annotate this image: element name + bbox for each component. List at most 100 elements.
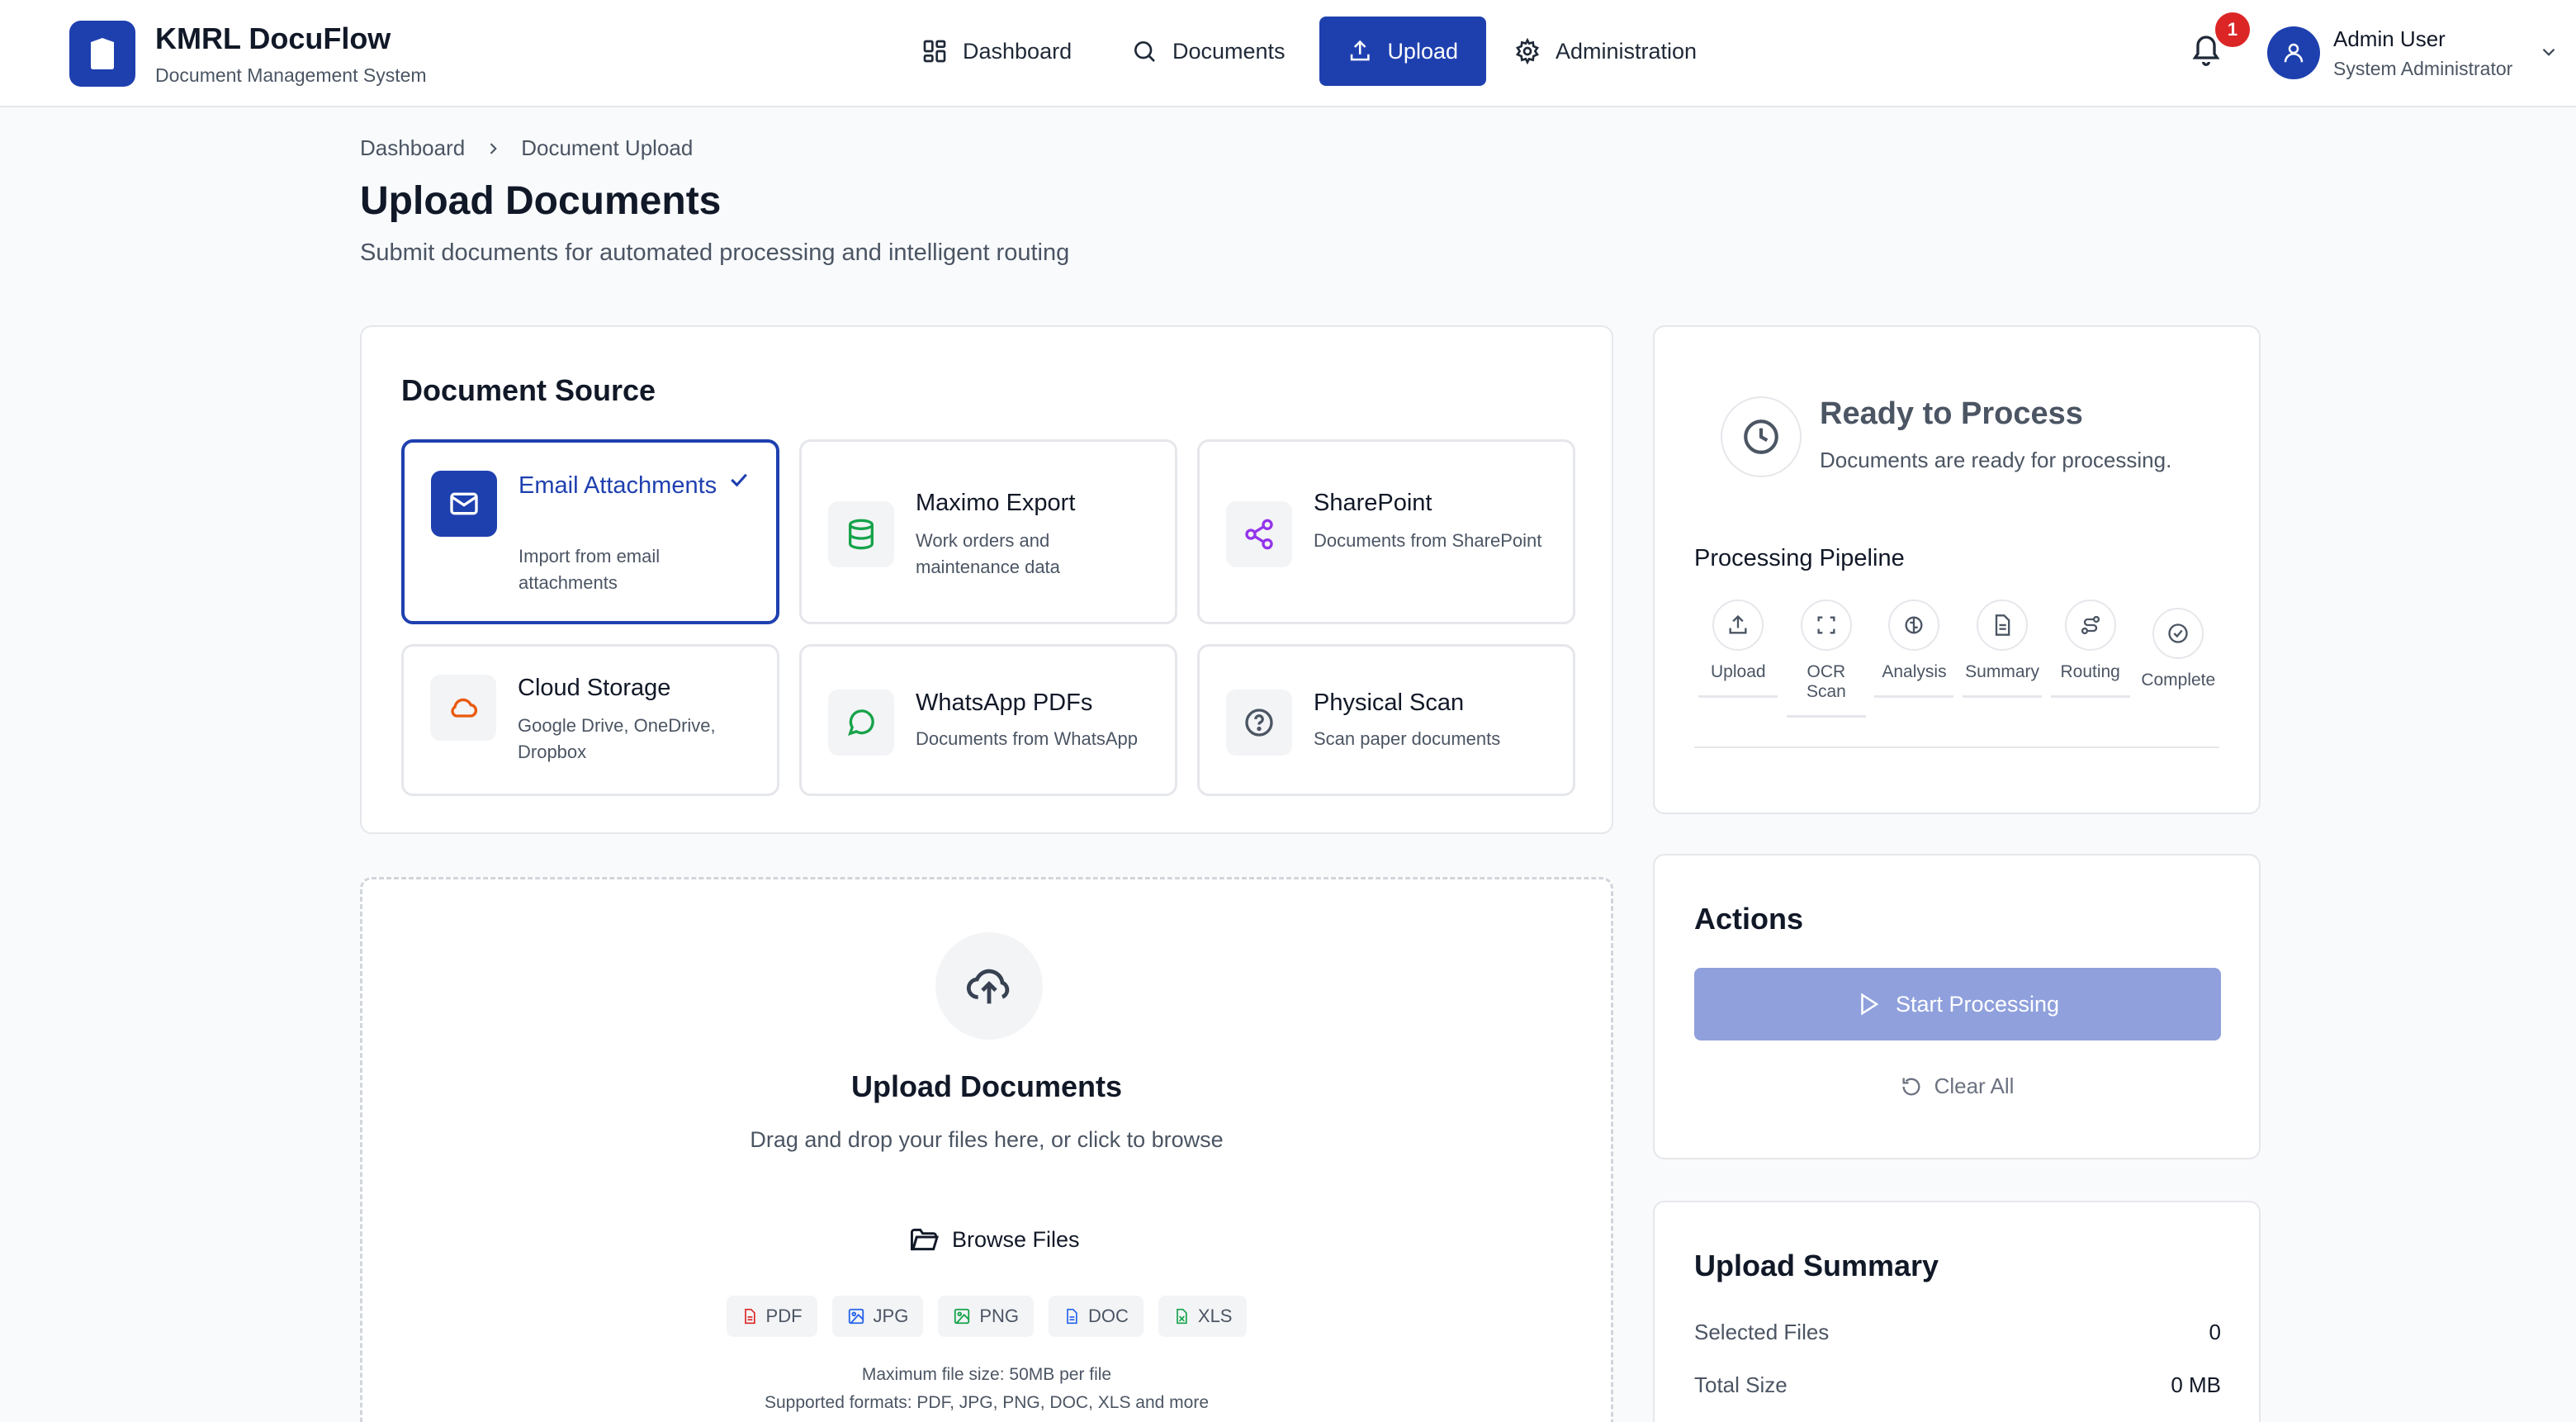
file-pdf-icon (744, 1308, 755, 1325)
upload-title: Upload Documents (850, 1069, 1123, 1103)
file-doc-icon (1067, 1308, 1077, 1325)
user-name: Admin User (2333, 26, 2446, 51)
source-cloud-icon-box (430, 675, 496, 741)
top-header: KMRL DocuFlow Document Management System… (0, 0, 2576, 107)
help-circle-icon (1245, 709, 1273, 737)
nav-documents[interactable]: Documents (1103, 17, 1314, 86)
mail-icon (450, 492, 478, 515)
nav-documents-label: Documents (1172, 38, 1286, 64)
app-subtitle: Document Management System (155, 64, 427, 86)
format-label: PDF (765, 1306, 803, 1326)
source-email-attachments[interactable]: Email Attachments Import from email atta… (401, 439, 779, 624)
format-label: PNG (979, 1306, 1019, 1326)
status-icon-circle (1721, 396, 1802, 477)
grid-icon (923, 40, 946, 63)
source-desc: Documents from WhatsApp (916, 728, 1138, 749)
nav-administration[interactable]: Administration (1486, 17, 1725, 86)
source-label: SharePoint (1314, 490, 1432, 516)
upload-hint: Drag and drop your files here, or click … (750, 1127, 1224, 1152)
source-scan-icon-box (1226, 690, 1292, 756)
processing-pipeline: Upload OCR Scan Analysis Summary Routing… (1694, 600, 2223, 718)
browse-files-label: Browse Files (952, 1226, 1080, 1252)
stage-circle (1800, 600, 1852, 651)
breadcrumb: Dashboard Document Upload (360, 135, 693, 161)
upload-icon (1729, 614, 1747, 634)
stage-circle (2152, 608, 2204, 659)
summary-row-selected-files: Selected Files 0 (1694, 1320, 2221, 1345)
route-icon (2081, 615, 2100, 635)
source-email-icon-box (431, 471, 497, 537)
format-label: JPG (873, 1306, 909, 1326)
nav-upload[interactable]: Upload (1319, 17, 1486, 86)
folder-icon (911, 1228, 939, 1251)
start-processing-label: Start Processing (1895, 991, 2060, 1017)
shield-logo-icon (91, 38, 114, 69)
source-physical-scan[interactable]: Physical Scan Scan paper documents (1197, 644, 1575, 796)
clear-all-button[interactable]: Clear All (1655, 1074, 2259, 1099)
source-sharepoint[interactable]: SharePoint Documents from SharePoint (1197, 439, 1575, 624)
format-chip-png: PNG (938, 1296, 1034, 1337)
source-desc: Work orders and maintenance data (916, 530, 1060, 577)
source-maximo-icon-box (828, 501, 894, 567)
summary-label: Total Size (1694, 1372, 1788, 1397)
avatar[interactable] (2267, 26, 2320, 79)
clear-all-label: Clear All (1934, 1074, 2015, 1098)
format-chip-jpg: JPG (831, 1296, 924, 1337)
share-icon (1245, 519, 1273, 550)
summary-label: Selected Files (1694, 1320, 1830, 1344)
breadcrumb-home[interactable]: Dashboard (360, 135, 465, 161)
user-icon (2284, 43, 2304, 63)
source-label: Email Attachments (519, 472, 717, 499)
pipeline-stage-complete: Complete (2134, 600, 2223, 718)
chevron-down-icon (2542, 48, 2555, 56)
database-icon (849, 519, 874, 550)
source-desc: Documents from SharePoint (1314, 530, 1542, 551)
stage-circle (2064, 600, 2116, 651)
upload-icon (1350, 40, 1370, 61)
search-icon (1134, 41, 1155, 62)
source-sharepoint-icon-box (1226, 501, 1292, 567)
source-desc: Import from email attachments (519, 546, 661, 593)
actions-title: Actions (1694, 902, 1804, 936)
image-icon (848, 1308, 864, 1325)
gear-icon (1516, 38, 1539, 64)
check-icon (731, 473, 747, 487)
source-maximo-export[interactable]: Maximo Export Work orders and maintenanc… (799, 439, 1177, 624)
pipeline-title: Processing Pipeline (1694, 545, 1905, 571)
stage-circle (1977, 600, 2029, 651)
browse-files-button[interactable]: Browse Files (901, 1220, 1088, 1259)
page-subtitle: Submit documents for automated processin… (360, 239, 1070, 266)
max-file-size-note: Maximum file size: 50MB per file (861, 1365, 1112, 1384)
stage-label: Routing (2050, 662, 2130, 698)
source-whatsapp-pdfs[interactable]: WhatsApp PDFs Documents from WhatsApp (799, 644, 1177, 796)
format-chip-xls: XLS (1158, 1296, 1248, 1337)
upload-dropzone[interactable]: Upload Documents Drag and drop your file… (360, 877, 1613, 1422)
nav-dashboard-label: Dashboard (963, 38, 1073, 64)
user-menu-toggle[interactable] (2538, 41, 2559, 63)
stage-label: Complete (2141, 671, 2216, 690)
image-icon (954, 1308, 970, 1325)
file-xls-icon (1177, 1308, 1187, 1325)
summary-row-total-size: Total Size 0 MB (1694, 1372, 2221, 1398)
play-icon (1861, 993, 1879, 1016)
start-processing-button[interactable]: Start Processing (1694, 968, 2221, 1040)
cloud-upload-icon (966, 969, 1010, 1004)
notification-badge: 1 (2213, 10, 2252, 50)
upload-summary-card: Upload Summary Selected Files 0 Total Si… (1653, 1201, 2261, 1422)
source-desc: Scan paper documents (1314, 728, 1501, 749)
app-logo[interactable] (69, 21, 135, 87)
supported-formats-note: Supported formats: PDF, JPG, PNG, DOC, X… (764, 1393, 1210, 1412)
source-cloud-storage[interactable]: Cloud Storage Google Drive, OneDrive, Dr… (401, 644, 779, 796)
supported-format-chips: PDF JPG PNG DOC XLS (362, 1296, 1611, 1337)
nav-dashboard[interactable]: Dashboard (893, 17, 1100, 86)
stage-label: Summary (1963, 662, 2043, 698)
chevron-right-icon (490, 142, 498, 154)
breadcrumb-current: Document Upload (521, 135, 694, 160)
nav-administration-label: Administration (1556, 38, 1698, 64)
summary-value: 0 (2209, 1320, 2221, 1344)
app-title: KMRL DocuFlow (155, 21, 391, 55)
check-circle-icon (2168, 623, 2188, 643)
source-label: Cloud Storage (518, 675, 671, 701)
document-source-card: Document Source Email Attachments Import… (360, 325, 1613, 834)
stage-label: Analysis (1874, 662, 1954, 698)
